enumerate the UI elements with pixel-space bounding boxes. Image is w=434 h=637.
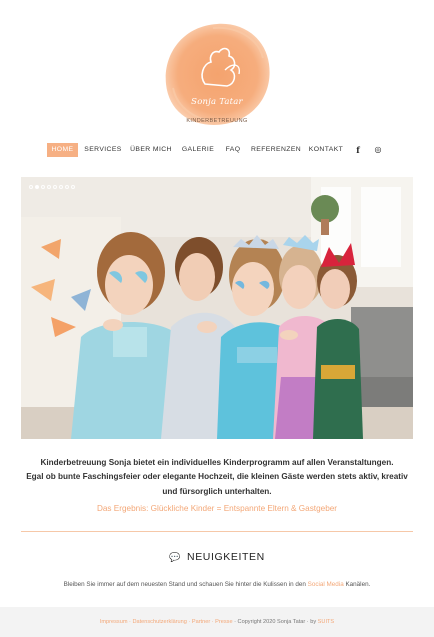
slider-dot[interactable]: [71, 185, 75, 189]
nav-item-services[interactable]: SERVICES: [84, 143, 122, 157]
hero-photo: [21, 177, 413, 439]
nav-item-galerie[interactable]: GALERIE: [180, 143, 216, 157]
logo-script-text: Sonja Tatar: [191, 97, 243, 107]
main-navigation: HOME SERVICES ÜBER MICH GALERIE FAQ REFE…: [0, 143, 434, 158]
divider: [21, 531, 413, 532]
nav-item-referenzen[interactable]: REFERENZEN: [251, 143, 301, 157]
slider-dot[interactable]: [29, 185, 33, 189]
logo-subtitle: KINDERBETREUUNG: [186, 118, 248, 124]
claim-text: Das Ergebnis: Glückliche Kinder = Entspa…: [96, 504, 338, 513]
nav-item-ueber-mich[interactable]: ÜBER MICH: [129, 143, 173, 157]
intro-line: Kinderbetreuung Sonja bietet ein individ…: [40, 458, 394, 467]
footer-copyright: · Copyright 2020 Sonja Tatar · by: [232, 619, 318, 625]
nav-item-faq[interactable]: FAQ: [222, 143, 244, 157]
slider-dot[interactable]: [41, 185, 45, 189]
logo-blob-graphic: [165, 23, 270, 125]
news-heading: 💬 NEUIGKEITEN: [0, 551, 434, 563]
intro-text: Kinderbetreuung Sonja bietet ein individ…: [21, 456, 413, 499]
facebook-icon[interactable]: f: [353, 143, 363, 157]
slider-dot-active[interactable]: [35, 185, 39, 189]
news-text-after: Kanälen.: [343, 581, 371, 588]
news-title-text: NEUIGKEITEN: [187, 551, 265, 563]
footer: Impressum · Datenschutzerklärung · Partn…: [0, 607, 434, 637]
social-media-link[interactable]: Social Media: [308, 581, 344, 588]
slider-dot[interactable]: [59, 185, 63, 189]
news-text-before: Bleiben Sie immer auf dem neuesten Stand…: [63, 581, 308, 588]
slider-pagination: [29, 185, 75, 189]
slider-dot[interactable]: [53, 185, 57, 189]
instagram-icon[interactable]: ◎: [372, 143, 384, 157]
news-description: Bleiben Sie immer auf dem neuesten Stand…: [0, 581, 434, 588]
nav-item-home[interactable]: HOME: [47, 143, 78, 157]
nav-item-kontakt[interactable]: KONTAKT: [307, 143, 345, 157]
slider-dot[interactable]: [47, 185, 51, 189]
chat-icon: 💬: [169, 552, 182, 562]
site-logo[interactable]: Sonja Tatar KINDERBETREUUNG: [159, 18, 275, 130]
hero-slider[interactable]: [21, 177, 413, 439]
footer-links[interactable]: Impressum · Datenschutzerklärung · Partn…: [100, 619, 233, 625]
intro-line: und fürsorglich unterhalten.: [162, 486, 272, 496]
intro-line: Egal ob bunte Faschingsfeier oder elegan…: [26, 472, 408, 482]
footer-agency-link[interactable]: SUITS: [318, 619, 334, 625]
slider-dot[interactable]: [65, 185, 69, 189]
